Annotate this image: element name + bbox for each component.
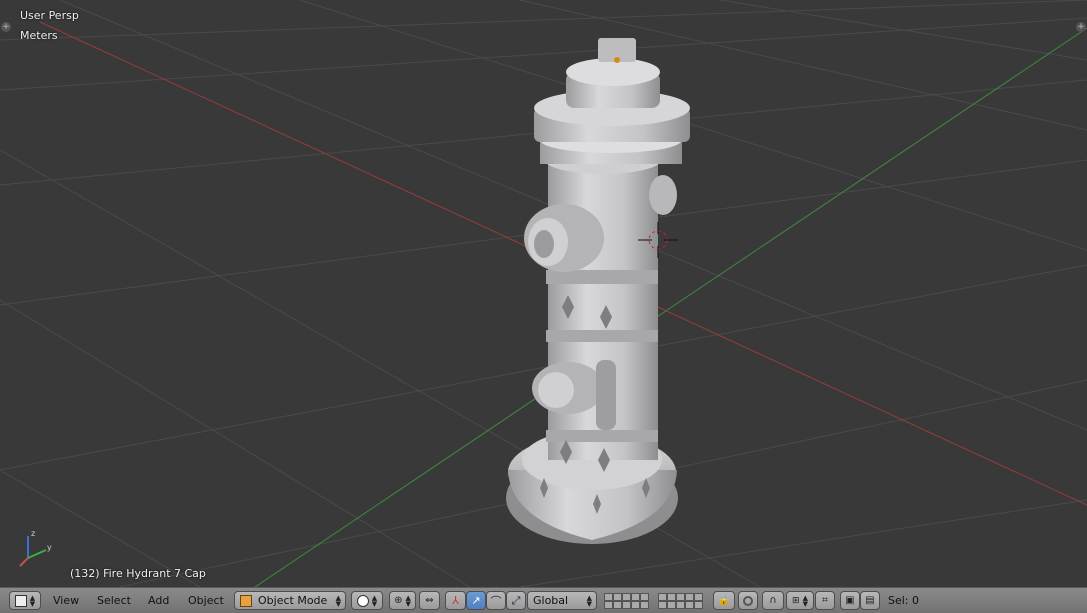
transform-orientation-selector[interactable]: Global ▲ ▼ — [527, 591, 597, 610]
scale-icon: ⤢ — [511, 593, 521, 607]
chevron-updown-icon: ▲ ▼ — [405, 593, 411, 608]
3d-viewport[interactable]: + + User Persp Meters z y (132) Fire Hyd… — [0, 0, 1087, 587]
chevron-updown-icon: ▲ ▼ — [586, 593, 592, 608]
magnet-icon: ∩ — [769, 595, 777, 606]
orientation-label: Global — [533, 594, 569, 607]
menu-add[interactable]: Add — [148, 594, 169, 607]
selection-count: Sel: 0 — [888, 594, 920, 607]
active-object-label: (132) Fire Hydrant 7 Cap — [70, 567, 206, 580]
snap-element-selector[interactable]: ⊞ ▲ ▼ — [786, 591, 814, 610]
chevron-updown-icon: ▲ ▼ — [802, 593, 808, 608]
chevron-updown-icon: ▲ ▼ — [29, 593, 36, 608]
view-label: User Persp — [20, 9, 79, 22]
viewport-shading-selector[interactable]: ▲ ▼ — [351, 591, 383, 610]
svg-text:z: z — [31, 529, 35, 538]
transform-manipulators-toggle[interactable]: ⅄ — [445, 591, 466, 610]
units-label: Meters — [20, 29, 58, 42]
menu-view[interactable]: View — [53, 594, 79, 607]
mode-label: Object Mode — [258, 594, 328, 607]
translate-manipulator-button[interactable]: ↗ — [466, 591, 486, 610]
pivot-point-selector[interactable]: ⊕ ▲ ▼ — [389, 591, 416, 610]
proportional-editing-button[interactable] — [738, 591, 758, 610]
lock-icon: 🔒 — [717, 595, 731, 606]
chevron-updown-icon: ▲ ▼ — [371, 593, 378, 608]
center-points-icon: ⇔ — [425, 595, 434, 606]
camera-icon: ▣ — [845, 595, 855, 606]
lock-camera-layers-button[interactable]: 🔒 — [713, 591, 735, 610]
viewport-grid — [0, 0, 1087, 587]
scale-manipulator-button[interactable]: ⤢ — [506, 591, 526, 610]
translate-arrow-icon: ↗ — [471, 594, 481, 607]
snap-toggle-button[interactable]: ∩ — [762, 591, 784, 610]
layer-buttons-group-1[interactable] — [604, 593, 654, 612]
3d-view-cube-icon — [14, 594, 27, 607]
editor-type-selector[interactable]: ▲ ▼ — [9, 591, 41, 610]
clapperboard-icon: ▤ — [865, 595, 875, 606]
snap-target-button[interactable]: ⌗ — [815, 591, 835, 610]
rotate-manipulator-button[interactable]: ⌒ — [486, 591, 506, 610]
menu-select[interactable]: Select — [97, 594, 131, 607]
proportional-edit-icon — [743, 595, 753, 606]
region-expand-left-icon[interactable]: + — [1, 22, 11, 32]
pivot-point-icon: ⊕ — [394, 595, 403, 606]
fire-hydrant-model — [506, 38, 690, 544]
opengl-render-button[interactable]: ▣ — [840, 591, 860, 610]
snap-target-icon: ⌗ — [822, 595, 828, 606]
snap-increment-icon: ⊞ — [792, 595, 800, 606]
svg-text:y: y — [47, 543, 52, 552]
mode-selector[interactable]: Object Mode ▲ ▼ — [234, 591, 346, 610]
region-expand-right-icon[interactable]: + — [1076, 22, 1086, 32]
opengl-render-animation-button[interactable]: ▤ — [860, 591, 880, 610]
layer-buttons-group-2[interactable] — [658, 593, 708, 612]
object-mode-cube-icon — [240, 594, 252, 607]
chevron-updown-icon: ▲ ▼ — [335, 593, 341, 608]
solid-shading-icon — [356, 594, 369, 607]
axes-gizmo-icon: z y — [19, 529, 52, 567]
menu-object[interactable]: Object — [188, 594, 224, 607]
manipulator-axes-icon: ⅄ — [452, 594, 459, 607]
3d-view-header: ▲ ▼ View Select Add Object Object Mode ▲ ▼… — [0, 587, 1087, 613]
rotate-arc-icon: ⌒ — [490, 594, 502, 608]
manipulate-center-points-button[interactable]: ⇔ — [419, 591, 440, 610]
